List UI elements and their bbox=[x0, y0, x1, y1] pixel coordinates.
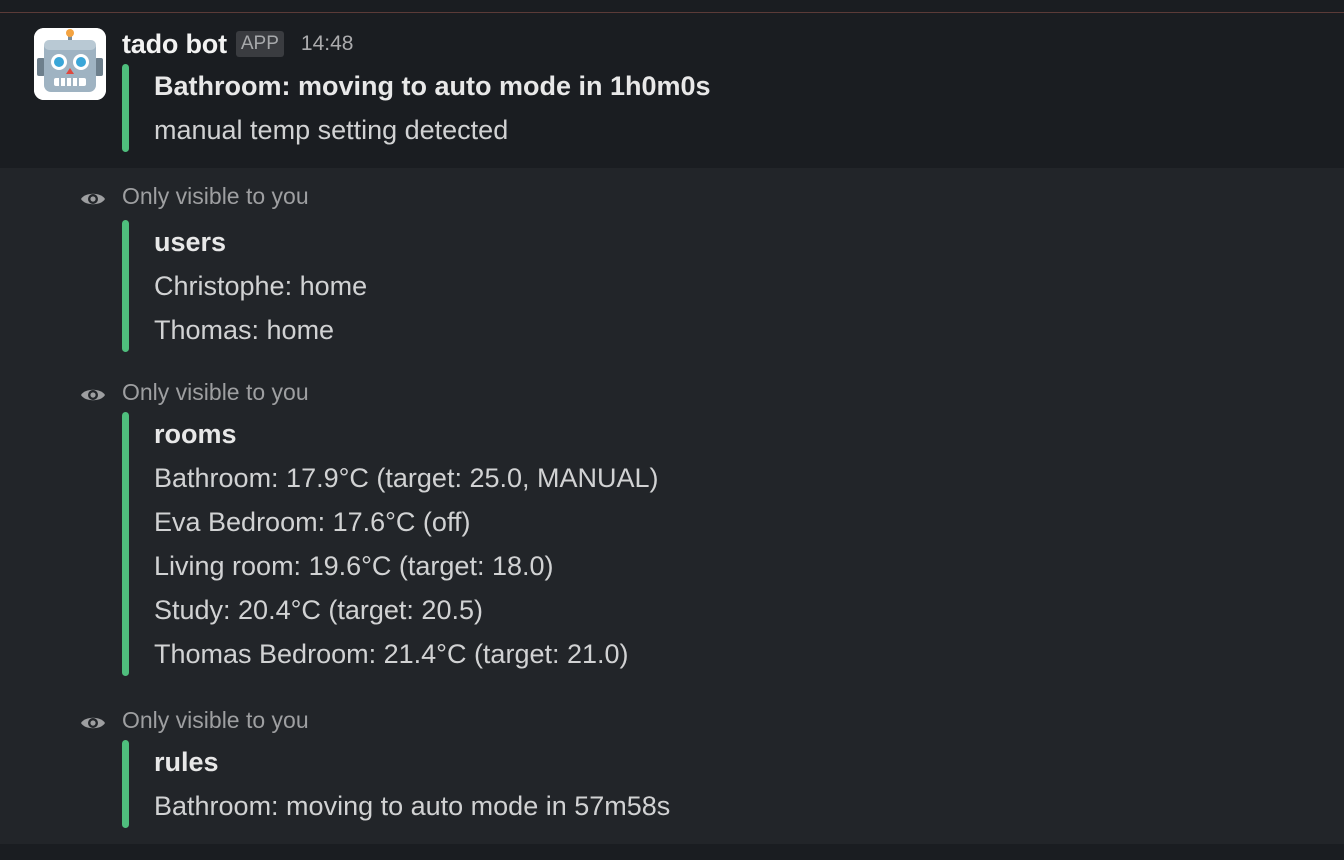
attachment-bar bbox=[122, 220, 129, 352]
ephemeral-label-text: Only visible to you bbox=[122, 378, 309, 405]
attachment-rules: rules Bathroom: moving to auto mode in 5… bbox=[122, 740, 670, 828]
attachment-line: manual temp setting detected bbox=[154, 115, 509, 145]
attachment-bar bbox=[122, 740, 129, 828]
ephemeral-label-text: Only visible to you bbox=[122, 182, 309, 209]
attachment-line: Study: 20.4°C (target: 20.5) bbox=[154, 595, 483, 625]
attachment-users: users Christophe: home Thomas: home bbox=[122, 220, 367, 352]
ephemeral-message-users: Only visible to you users Christophe: ho… bbox=[0, 168, 1344, 364]
attachment-main: Bathroom: moving to auto mode in 1h0m0s … bbox=[122, 64, 711, 152]
attachment-line: Christophe: home bbox=[154, 271, 368, 301]
attachment-line: Eva Bedroom: 17.6°C (off) bbox=[154, 507, 471, 537]
ephemeral-label: Only visible to you bbox=[80, 376, 309, 408]
ephemeral-message-rooms: Only visible to you rooms Bathroom: 17.9… bbox=[0, 364, 1344, 692]
attachment-title: rules bbox=[154, 747, 219, 777]
eye-icon bbox=[80, 187, 106, 205]
attachment-bar bbox=[122, 64, 129, 152]
eye-icon bbox=[80, 383, 106, 401]
attachment-rooms: rooms Bathroom: 17.9°C (target: 25.0, MA… bbox=[122, 412, 659, 676]
attachment-title: users bbox=[154, 227, 227, 257]
attachment-title: Bathroom: moving to auto mode in 1h0m0s bbox=[154, 71, 711, 101]
message-header: tado bot APP 14:48 bbox=[122, 28, 353, 60]
ephemeral-message-rules: Only visible to you rules Bathroom: movi… bbox=[0, 692, 1344, 844]
ephemeral-label-text: Only visible to you bbox=[122, 706, 309, 733]
attachment-line: Bathroom: moving to auto mode in 57m58s bbox=[154, 791, 671, 821]
attachment-bar bbox=[122, 412, 129, 676]
eye-icon bbox=[80, 711, 106, 729]
app-badge: APP bbox=[235, 31, 284, 57]
attachment-title: rooms bbox=[154, 419, 237, 449]
attachment-line: Bathroom: 17.9°C (target: 25.0, MANUAL) bbox=[154, 463, 659, 493]
top-divider bbox=[0, 12, 1344, 13]
ephemeral-label: Only visible to you bbox=[80, 180, 309, 212]
attachment-line: Thomas: home bbox=[154, 315, 335, 345]
robot-avatar-icon[interactable] bbox=[34, 28, 106, 100]
timestamp[interactable]: 14:48 bbox=[301, 32, 354, 56]
attachment-line: Thomas Bedroom: 21.4°C (target: 21.0) bbox=[154, 639, 629, 669]
attachment-line: Living room: 19.6°C (target: 18.0) bbox=[154, 551, 554, 581]
sender-name[interactable]: tado bot bbox=[122, 29, 227, 60]
ephemeral-label: Only visible to you bbox=[80, 704, 309, 736]
